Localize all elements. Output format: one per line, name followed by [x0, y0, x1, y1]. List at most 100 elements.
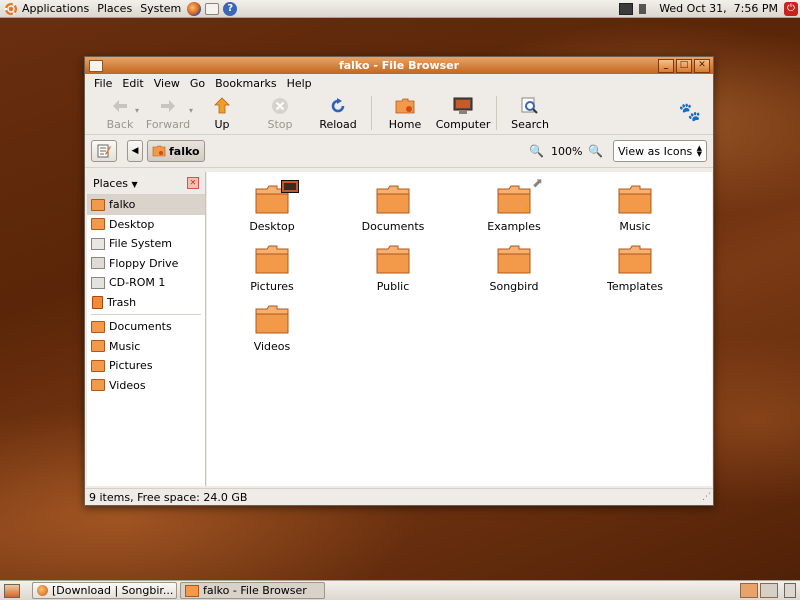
firefox-launcher-icon[interactable] — [187, 1, 202, 16]
sidebar-item-label: Trash — [107, 295, 137, 309]
workspace-2[interactable] — [760, 583, 778, 598]
reload-icon — [327, 96, 349, 116]
top-panel: Applications Places System ? Wed Oct 31,… — [0, 0, 800, 18]
computer-button[interactable]: Computer — [434, 92, 492, 131]
folder-item-documents[interactable]: Documents — [338, 184, 448, 233]
folder-item-label: Pictures — [250, 280, 294, 293]
search-button[interactable]: Search — [501, 92, 559, 131]
trash-applet-icon[interactable] — [784, 583, 796, 598]
menu-edit[interactable]: Edit — [117, 77, 148, 90]
folder-icon — [618, 244, 652, 274]
folder-icon — [376, 244, 410, 274]
forward-button-label: Forward — [145, 118, 191, 131]
clock[interactable]: Wed Oct 31, 7:56 PM — [659, 2, 778, 15]
view-mode-select[interactable]: View as Icons ▲ ▼ — [613, 140, 707, 162]
power-icon[interactable]: ⏻ — [784, 1, 798, 16]
folder-item-label: Documents — [361, 220, 425, 233]
menubar: File Edit View Go Bookmarks Help — [85, 74, 713, 92]
home-button[interactable]: Home — [376, 92, 434, 131]
close-sidebar-icon[interactable]: ✕ — [187, 177, 199, 189]
close-button[interactable]: ✕ — [694, 58, 710, 73]
path-button-falko[interactable]: falko — [147, 140, 205, 162]
folder-item-label: Songbird — [489, 280, 539, 293]
folder-icon — [91, 359, 105, 372]
sidebar-item-falko[interactable]: falko — [87, 195, 205, 215]
show-desktop-icon[interactable] — [4, 583, 20, 598]
folder-item-label: Music — [619, 220, 651, 233]
folder-item-pictures[interactable]: Pictures — [217, 244, 327, 293]
menu-bookmarks[interactable]: Bookmarks — [210, 77, 281, 90]
volume-icon[interactable] — [639, 3, 654, 14]
places-menu-label: Places — [97, 2, 133, 15]
sidebar-item-label: falko — [109, 198, 136, 212]
sidebar-item-documents[interactable]: Documents — [87, 317, 205, 337]
folder-icon — [91, 340, 105, 353]
sidebar-item-file-system[interactable]: File System — [87, 234, 205, 254]
reload-button[interactable]: Reload — [309, 92, 367, 131]
sidebar-item-label: File System — [109, 237, 172, 251]
maximize-button[interactable]: □ — [676, 58, 692, 73]
desktop-emblem-icon — [281, 180, 299, 193]
folder-item-examples[interactable]: ⬈ Examples — [459, 176, 569, 233]
sidebar-item-cdrom[interactable]: CD-ROM 1 — [87, 273, 205, 293]
menu-help[interactable]: Help — [282, 77, 317, 90]
home-button-label: Home — [388, 118, 422, 131]
zoom-level[interactable]: 100% — [551, 145, 582, 158]
mail-launcher-icon[interactable] — [205, 2, 220, 15]
folder-item-public[interactable]: Public — [338, 244, 448, 293]
file-browser-app-icon — [185, 584, 199, 597]
sidebar-item-label: CD-ROM 1 — [109, 276, 166, 290]
back-arrow-icon — [109, 96, 131, 116]
window-title: falko - File Browser — [338, 59, 460, 72]
help-launcher-icon[interactable]: ? — [223, 1, 238, 16]
path-scroll-left-button[interactable]: ◀ — [127, 140, 143, 162]
window-titlebar[interactable]: falko - File Browser _ □ ✕ — [85, 57, 713, 74]
menu-view[interactable]: View — [149, 77, 185, 90]
zoom-in-icon[interactable]: 🔍 — [588, 144, 603, 158]
places-menu[interactable]: Places — [93, 0, 136, 18]
sidebar-item-trash[interactable]: Trash — [87, 293, 205, 313]
taskbar-item-file-browser[interactable]: falko - File Browser — [180, 582, 325, 599]
folder-item-videos[interactable]: Videos — [217, 304, 327, 353]
sidebar-divider — [91, 314, 201, 315]
network-icon[interactable] — [619, 2, 634, 15]
sidebar-item-pictures[interactable]: Pictures — [87, 356, 205, 376]
taskbar-item-songbird[interactable]: [Download | Songbir... — [32, 582, 177, 599]
songbird-app-icon — [37, 585, 48, 596]
sidebar-item-floppy-drive[interactable]: Floppy Drive — [87, 254, 205, 274]
system-menu[interactable]: System — [136, 0, 185, 18]
folder-item-label: Videos — [253, 340, 291, 353]
sidebar-item-desktop[interactable]: Desktop — [87, 215, 205, 235]
reload-button-label: Reload — [319, 118, 357, 131]
sidebar-item-music[interactable]: Music — [87, 337, 205, 357]
computer-button-label: Computer — [435, 118, 491, 131]
sidebar-type-select[interactable]: Places ▼ — [93, 177, 138, 190]
toolbar-separator — [371, 96, 373, 130]
menu-file[interactable]: File — [89, 77, 117, 90]
menu-go[interactable]: Go — [185, 77, 210, 90]
workspace-1[interactable] — [740, 583, 758, 598]
folder-item-templates[interactable]: Templates — [580, 244, 690, 293]
sidebar-item-videos[interactable]: Videos — [87, 376, 205, 396]
folder-item-music[interactable]: Music — [580, 184, 690, 233]
resize-grip-icon[interactable]: ⋰ — [702, 492, 711, 502]
stop-button[interactable]: Stop — [251, 92, 309, 131]
file-browser-window: falko - File Browser _ □ ✕ File Edit Vie… — [84, 56, 714, 506]
up-button[interactable]: Up — [193, 92, 251, 131]
applications-menu[interactable]: Applications — [0, 0, 93, 18]
folder-item-songbird[interactable]: Songbird — [459, 244, 569, 293]
minimize-button[interactable]: _ — [658, 58, 674, 73]
location-bar: ◀ falko 🔍 100% 🔍 View as Icons ▲ ▼ — [85, 135, 713, 168]
desktop-folder-icon — [255, 180, 299, 214]
folder-icon — [376, 184, 410, 214]
icon-view[interactable]: Desktop Documents ⬈ Examples Music Pictu… — [207, 172, 712, 486]
toggle-location-entry-button[interactable] — [91, 140, 117, 162]
stop-button-label: Stop — [267, 118, 293, 131]
home-folder-icon — [394, 96, 416, 116]
zoom-out-icon[interactable]: 🔍 — [529, 144, 544, 158]
folder-item-desktop[interactable]: Desktop — [217, 180, 327, 233]
sidebar-item-label: Music — [109, 339, 141, 353]
folder-item-label: Examples — [487, 220, 541, 233]
search-button-label: Search — [511, 118, 549, 131]
home-folder-icon — [91, 198, 105, 211]
